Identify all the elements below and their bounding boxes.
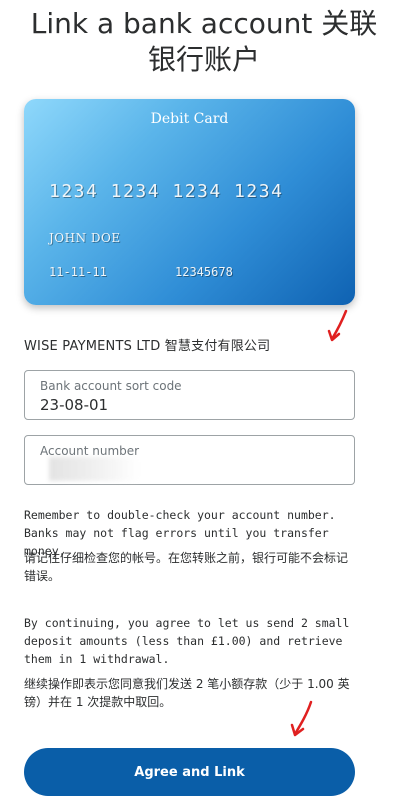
page-title-line-2: 银行账户 — [147, 43, 260, 76]
page-title-line-1: Link a bank account 关联 — [30, 7, 378, 40]
account-number-field[interactable]: Account number — [24, 435, 355, 485]
sort-code-label: Bank account sort code — [40, 379, 182, 393]
company-name: WISE PAYMENTS LTD 智慧支付有限公司 — [24, 339, 271, 354]
sort-code-field[interactable]: Bank account sort code — [24, 370, 355, 420]
debit-card-illustration: Debit Card 1234 1234 1234 1234 JOHN DOE … — [24, 99, 355, 305]
sort-code-input[interactable] — [40, 396, 330, 414]
card-type-label: Debit Card — [150, 111, 229, 127]
account-number-label: Account number — [40, 444, 140, 458]
arrow-annotation-icon — [327, 309, 348, 342]
card-account-number: 12345678 — [175, 265, 233, 279]
arrow-annotation-icon — [290, 700, 313, 737]
card-expiry: 11-11-11 — [49, 265, 107, 279]
agree-and-link-button[interactable]: Agree and Link — [24, 748, 355, 796]
card-number: 1234 1234 1234 1234 — [49, 181, 284, 202]
continue-note-en: By continuing, you agree to let us send … — [24, 616, 350, 666]
page-title: Link a bank account 关联 银行账户 — [0, 6, 408, 78]
card-holder-name: JOHN DOE — [49, 231, 121, 245]
remember-note-zh: 请记住仔细检查您的帐号。在您转账之前，银行可能不会标记错误。 — [24, 551, 349, 583]
redacted-account-number — [49, 457, 139, 481]
